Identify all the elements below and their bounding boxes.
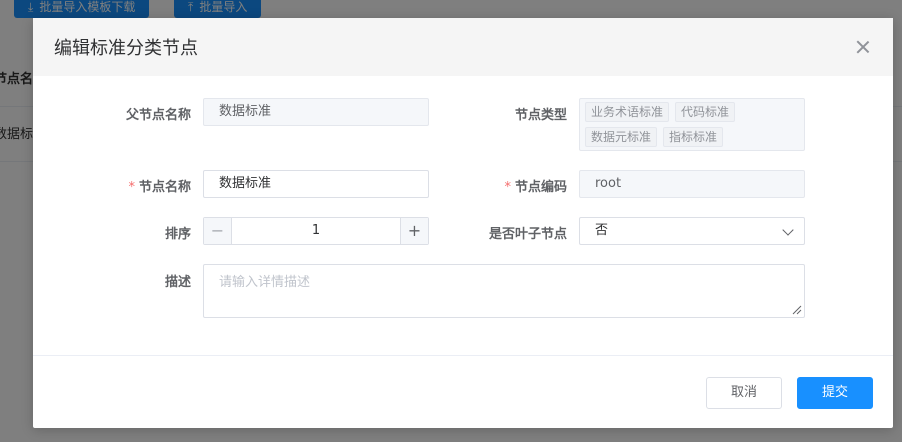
node-type-label: 节点类型 [514, 108, 567, 123]
parent-name-label: 父节点名称 [125, 108, 191, 123]
edit-node-dialog: 编辑标准分类节点 父节点名称 数据标准 节点类型 业务术语标准 代码标准 数据元… [33, 18, 893, 428]
dialog-title: 编辑标准分类节点 [54, 38, 198, 59]
close-icon[interactable] [854, 38, 872, 56]
submit-button[interactable]: 提交 [797, 377, 873, 409]
node-type-tag: 代码标准 [675, 102, 736, 122]
is-leaf-value: 否 [595, 223, 609, 238]
sort-value[interactable]: 1 [232, 218, 400, 244]
dialog-header: 编辑标准分类节点 [33, 18, 893, 76]
description-label: 描述 [164, 275, 191, 290]
node-code-field: root [579, 170, 805, 198]
sort-label: 排序 [164, 227, 191, 242]
is-leaf-label: 是否叶子节点 [488, 227, 567, 242]
parent-name-field: 数据标准 [203, 98, 429, 126]
description-placeholder: 请输入详情描述 [219, 275, 311, 290]
node-type-tag: 指标标准 [663, 126, 724, 147]
node-type-tag: 业务术语标准 [585, 102, 670, 122]
resize-handle-icon[interactable] [792, 305, 802, 315]
dialog-footer: 取消 提交 [33, 356, 893, 428]
node-code-label: * 节点编码 [504, 180, 567, 195]
node-type-tag: 数据元标准 [585, 126, 658, 147]
increment-button[interactable]: + [400, 218, 428, 244]
sort-stepper[interactable]: − 1 + [203, 217, 429, 245]
node-name-input[interactable]: 数据标准 [203, 170, 429, 198]
node-name-label: * 节点名称 [128, 180, 191, 195]
cancel-button[interactable]: 取消 [706, 377, 782, 409]
node-type-select: 业务术语标准 代码标准 数据元标准 指标标准 [579, 98, 805, 151]
decrement-button[interactable]: − [204, 218, 232, 244]
is-leaf-select[interactable]: 否 [579, 217, 805, 245]
dialog-body: 父节点名称 数据标准 节点类型 业务术语标准 代码标准 数据元标准 指标标准 *… [33, 76, 893, 356]
description-textarea[interactable]: 请输入详情描述 [203, 264, 805, 318]
chevron-down-icon [782, 224, 794, 236]
